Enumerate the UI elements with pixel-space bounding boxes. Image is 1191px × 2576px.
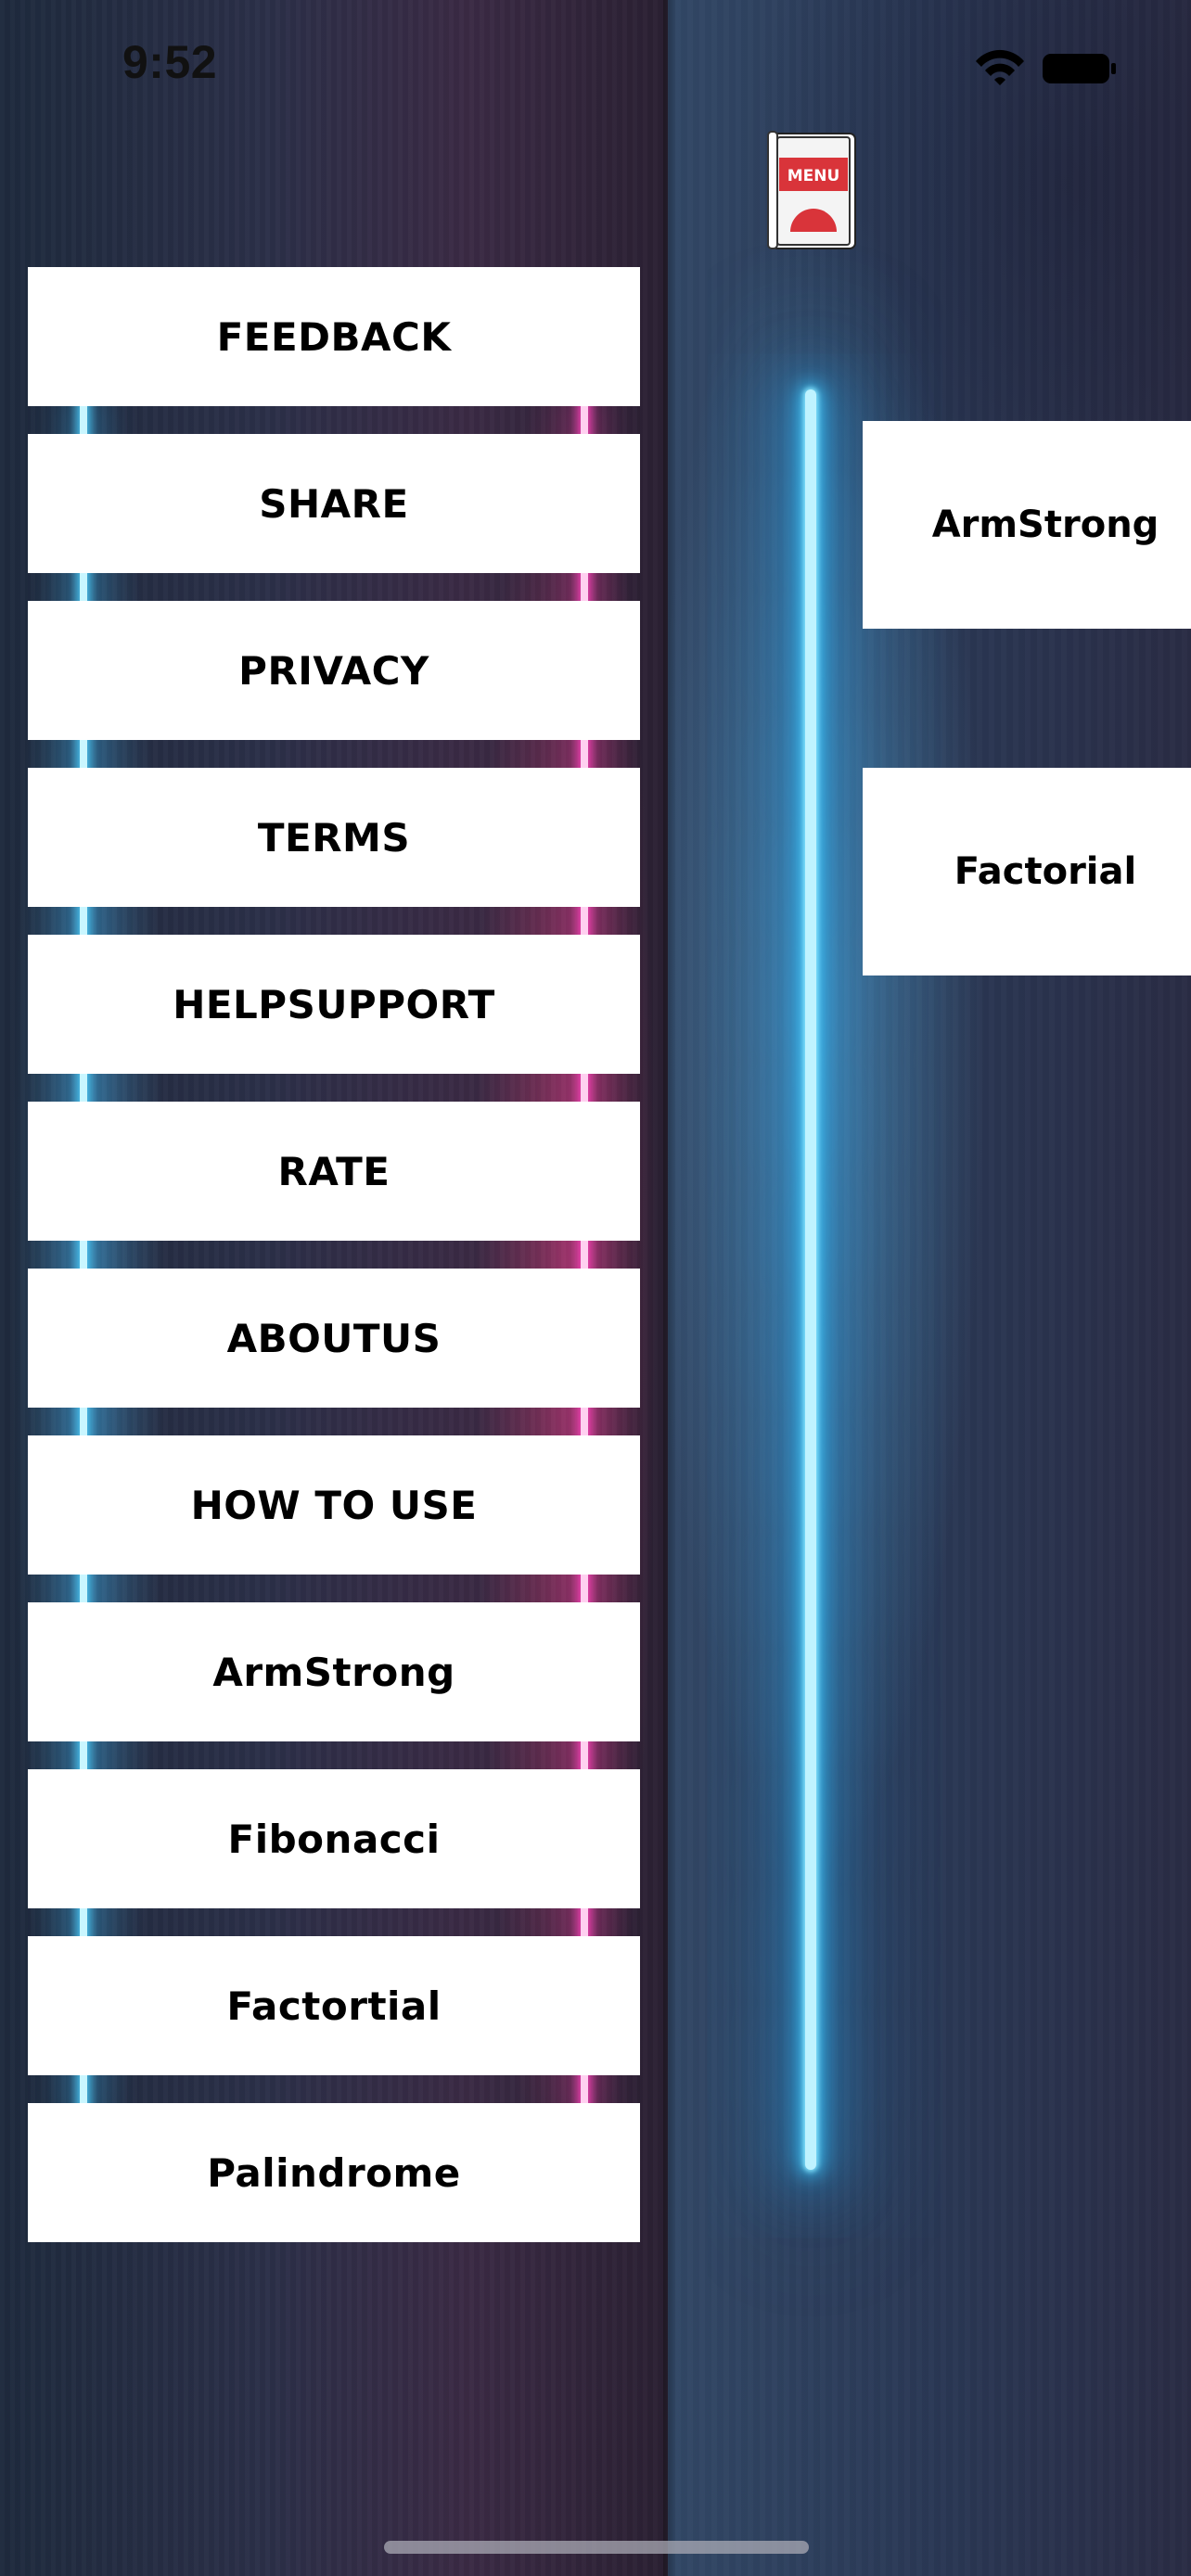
factorial-card-label: Factorial [954, 850, 1137, 893]
fibonacci-button[interactable]: Fibonacci [28, 1769, 640, 1908]
feedback-button[interactable]: FEEDBACK [28, 267, 640, 406]
drawer-menu-list: FEEDBACK SHARE PRIVACY TERMS HELPSUPPORT… [28, 267, 640, 2270]
armstrong-card[interactable]: ArmStrong [863, 421, 1191, 629]
help-support-button[interactable]: HELPSUPPORT [28, 935, 640, 1074]
palindrome-button[interactable]: Palindrome [28, 2103, 640, 2242]
terms-button[interactable]: TERMS [28, 768, 640, 907]
status-bar-icons [976, 49, 1116, 85]
factorial-card[interactable]: Factorial [863, 768, 1191, 976]
wifi-icon [976, 49, 1024, 85]
share-button[interactable]: SHARE [28, 434, 640, 573]
home-indicator[interactable] [384, 2541, 809, 2554]
how-to-use-button[interactable]: HOW TO USE [28, 1435, 640, 1575]
factorial-button[interactable]: Factortial [28, 1936, 640, 2075]
armstrong-button[interactable]: ArmStrong [28, 1602, 640, 1741]
drawer-edge-shadow [663, 0, 676, 2576]
status-bar-time: 9:52 [122, 36, 218, 88]
battery-icon [1043, 54, 1116, 83]
privacy-button[interactable]: PRIVACY [28, 601, 640, 740]
armstrong-card-label: ArmStrong [931, 504, 1159, 546]
about-us-button[interactable]: ABOUTUS [28, 1269, 640, 1408]
neon-light-strip [805, 389, 816, 2170]
rate-button[interactable]: RATE [28, 1102, 640, 1241]
menu-logo-label: MENU [788, 167, 840, 185]
menu-book-icon[interactable]: MENU [764, 130, 861, 252]
